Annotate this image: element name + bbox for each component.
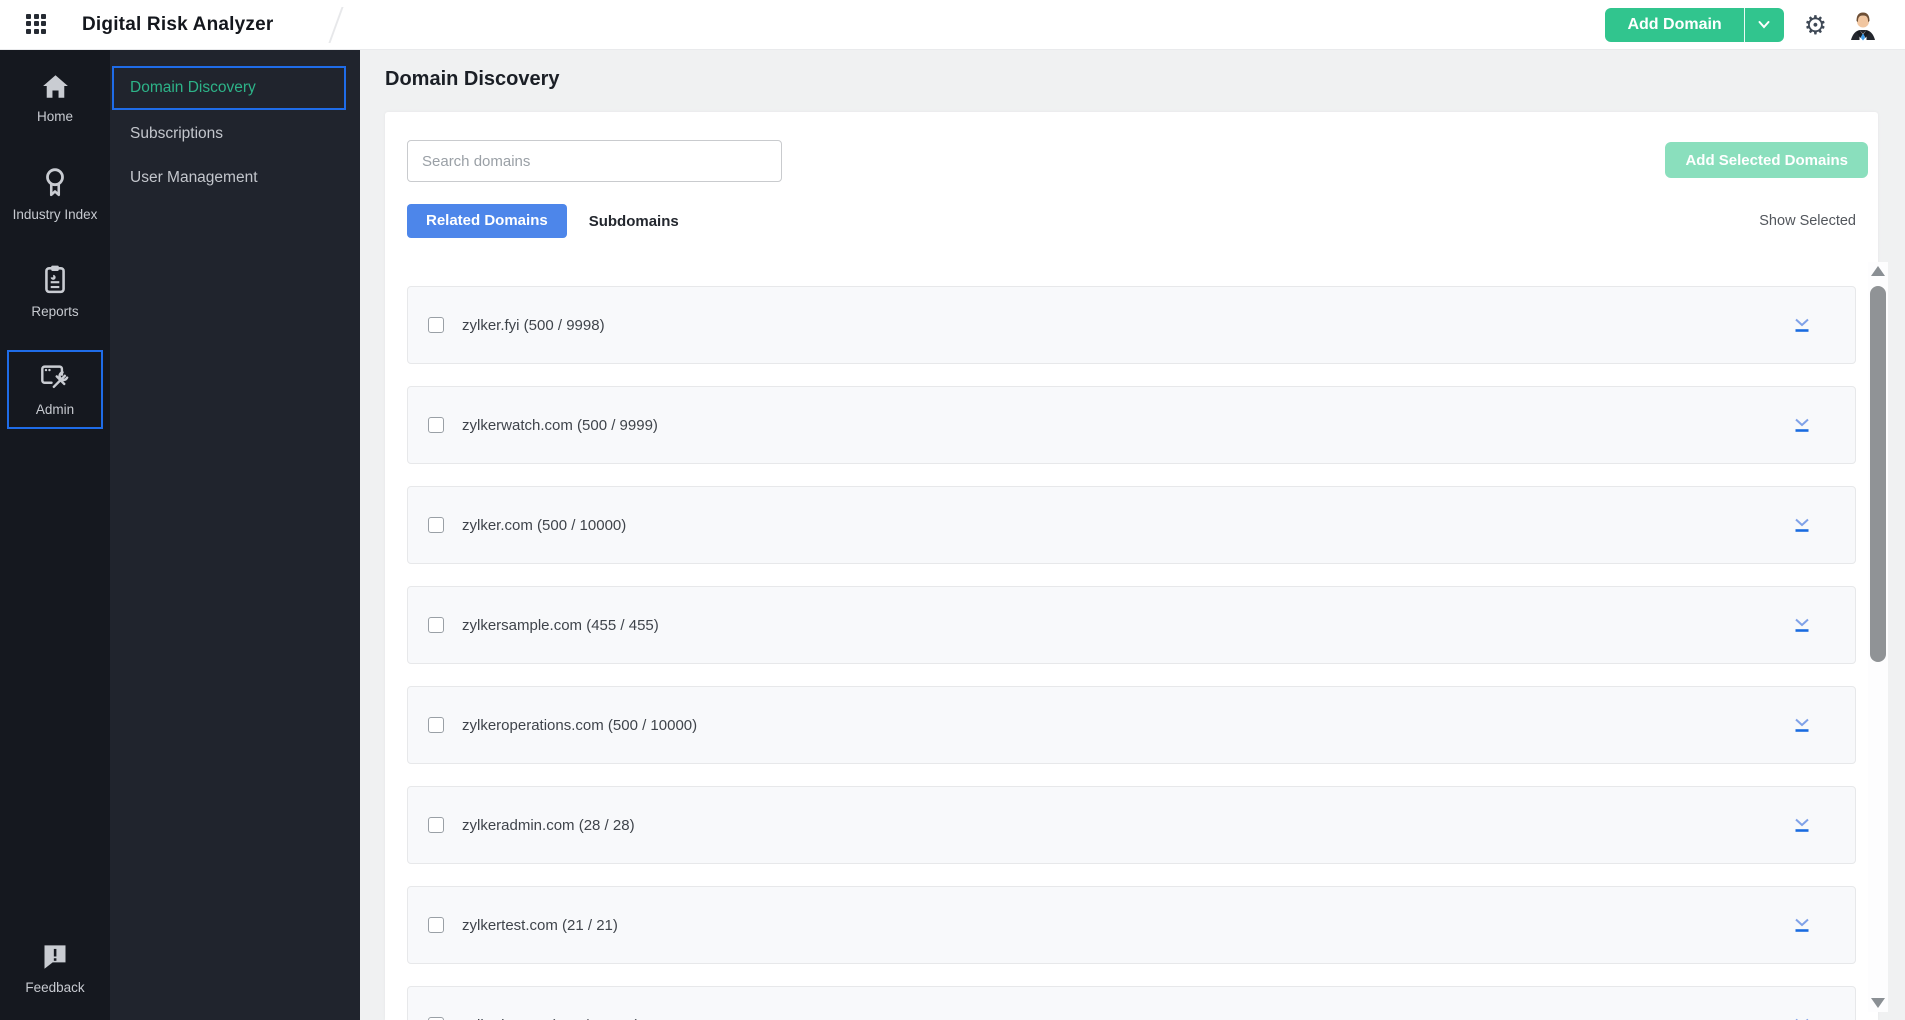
expand-chevron-icon[interactable] — [1791, 1016, 1813, 1020]
domain-label: zylkeroperations.com (500 / 10000) — [462, 716, 698, 734]
sidebar-item-feedback[interactable]: Feedback — [7, 931, 103, 1008]
gear-icon[interactable]: ⚙ — [1804, 12, 1827, 38]
domain-list: zylker.fyi (500 / 9998) zylkerwatch.com … — [407, 286, 1856, 1020]
domain-discovery-card: Add Selected Domains Related Domains Sub… — [385, 112, 1878, 1020]
sidebar-item-home[interactable]: Home — [7, 62, 103, 137]
domain-checkbox[interactable] — [428, 917, 444, 933]
chevron-down-icon — [1758, 21, 1770, 29]
page-title: Domain Discovery — [385, 68, 560, 90]
industry-index-icon — [46, 167, 64, 196]
domain-checkbox[interactable] — [428, 417, 444, 433]
app-launcher-icon[interactable] — [26, 13, 48, 36]
sidebar-item-label: Home — [36, 109, 73, 124]
domain-label: zylkersample.com (455 / 455) — [462, 616, 659, 634]
sidebar-item-reports[interactable]: Reports — [7, 252, 103, 332]
secondary-sidebar: Domain Discovery Subscriptions User Mana… — [110, 50, 360, 1020]
domain-row: zylkeradmin.com (28 / 28) — [407, 786, 1856, 864]
scrollbar-up-arrow[interactable] — [1871, 266, 1885, 276]
search-input[interactable] — [407, 140, 782, 182]
expand-chevron-icon[interactable] — [1791, 316, 1813, 334]
main-content: Domain Discovery Add Selected Domains Re… — [360, 50, 1905, 1020]
sidebar-item-label: Admin — [35, 401, 75, 417]
domain-label: zylker.fyi (500 / 9998) — [462, 316, 605, 334]
top-bar: Digital Risk Analyzer Add Domain ⚙ — [0, 0, 1905, 50]
domain-row: zylkerhr.com (500 / 10000) — [407, 986, 1856, 1020]
domain-row: zylkertest.com (21 / 21) — [407, 886, 1856, 964]
expand-chevron-icon[interactable] — [1791, 916, 1813, 934]
tab-subdomains[interactable]: Subdomains — [589, 213, 679, 230]
sidebar-item-label: Industry Index — [12, 206, 98, 222]
sidebar-item-admin[interactable]: Admin — [7, 349, 103, 430]
domain-checkbox[interactable] — [428, 617, 444, 633]
avatar[interactable] — [1847, 9, 1879, 41]
home-icon — [42, 75, 68, 98]
expand-chevron-icon[interactable] — [1791, 516, 1813, 534]
domain-row: zylkerwatch.com (500 / 9999) — [407, 386, 1856, 464]
reports-icon — [45, 265, 65, 294]
app-title: Digital Risk Analyzer — [82, 13, 274, 35]
sidebar-item-subscriptions[interactable]: Subscriptions — [112, 114, 358, 154]
tab-related-domains[interactable]: Related Domains — [407, 204, 567, 238]
domain-row: zylker.com (500 / 10000) — [407, 486, 1856, 564]
feedback-icon — [44, 945, 66, 970]
sidebar-item-user-management[interactable]: User Management — [112, 158, 358, 198]
expand-chevron-icon[interactable] — [1791, 616, 1813, 634]
nav-item-label: Subscriptions — [130, 125, 224, 142]
add-domain-label[interactable]: Add Domain — [1605, 8, 1743, 42]
header-divider — [328, 6, 345, 43]
sidebar-item-label: Reports — [31, 304, 79, 320]
domain-label: zylker.com (500 / 10000) — [462, 516, 627, 534]
tabs-row: Related Domains Subdomains Show Selected — [407, 204, 1856, 238]
domain-checkbox[interactable] — [428, 517, 444, 533]
add-selected-domains-button[interactable]: Add Selected Domains — [1665, 142, 1868, 178]
domain-checkbox[interactable] — [428, 717, 444, 733]
vertical-scrollbar — [1868, 262, 1888, 1012]
domain-row: zylkeroperations.com (500 / 10000) — [407, 686, 1856, 764]
domain-row: zylker.fyi (500 / 9998) — [407, 286, 1856, 364]
scrollbar-thumb[interactable] — [1870, 286, 1886, 662]
primary-sidebar: Home Industry Index Reports Admin Feedba… — [0, 50, 110, 1020]
domain-checkbox[interactable] — [428, 817, 444, 833]
nav-item-label: User Management — [130, 169, 258, 186]
show-selected-link[interactable]: Show Selected — [1759, 213, 1856, 229]
domain-label: zylkerhr.com (500 / 10000) — [462, 1017, 640, 1020]
scrollbar-down-arrow[interactable] — [1871, 998, 1885, 1008]
add-domain-dropdown[interactable] — [1743, 7, 1784, 42]
domain-label: zylkertest.com (21 / 21) — [462, 916, 618, 934]
app-window: Digital Risk Analyzer Add Domain ⚙ Home … — [0, 0, 1905, 1020]
expand-chevron-icon[interactable] — [1791, 716, 1813, 734]
expand-chevron-icon[interactable] — [1791, 816, 1813, 834]
add-domain-button[interactable]: Add Domain — [1605, 7, 1784, 42]
sidebar-item-domain-discovery[interactable]: Domain Discovery — [112, 66, 346, 110]
sidebar-item-industry-index[interactable]: Industry Index — [7, 155, 103, 235]
expand-chevron-icon[interactable] — [1791, 416, 1813, 434]
domain-label: zylkeradmin.com (28 / 28) — [462, 816, 635, 834]
nav-item-label: Domain Discovery — [130, 79, 256, 96]
domain-row: zylkersample.com (455 / 455) — [407, 586, 1856, 664]
domain-checkbox[interactable] — [428, 317, 444, 333]
domain-label: zylkerwatch.com (500 / 9999) — [462, 416, 658, 434]
admin-wrench-icon — [41, 365, 69, 388]
sidebar-item-label: Feedback — [25, 980, 85, 996]
